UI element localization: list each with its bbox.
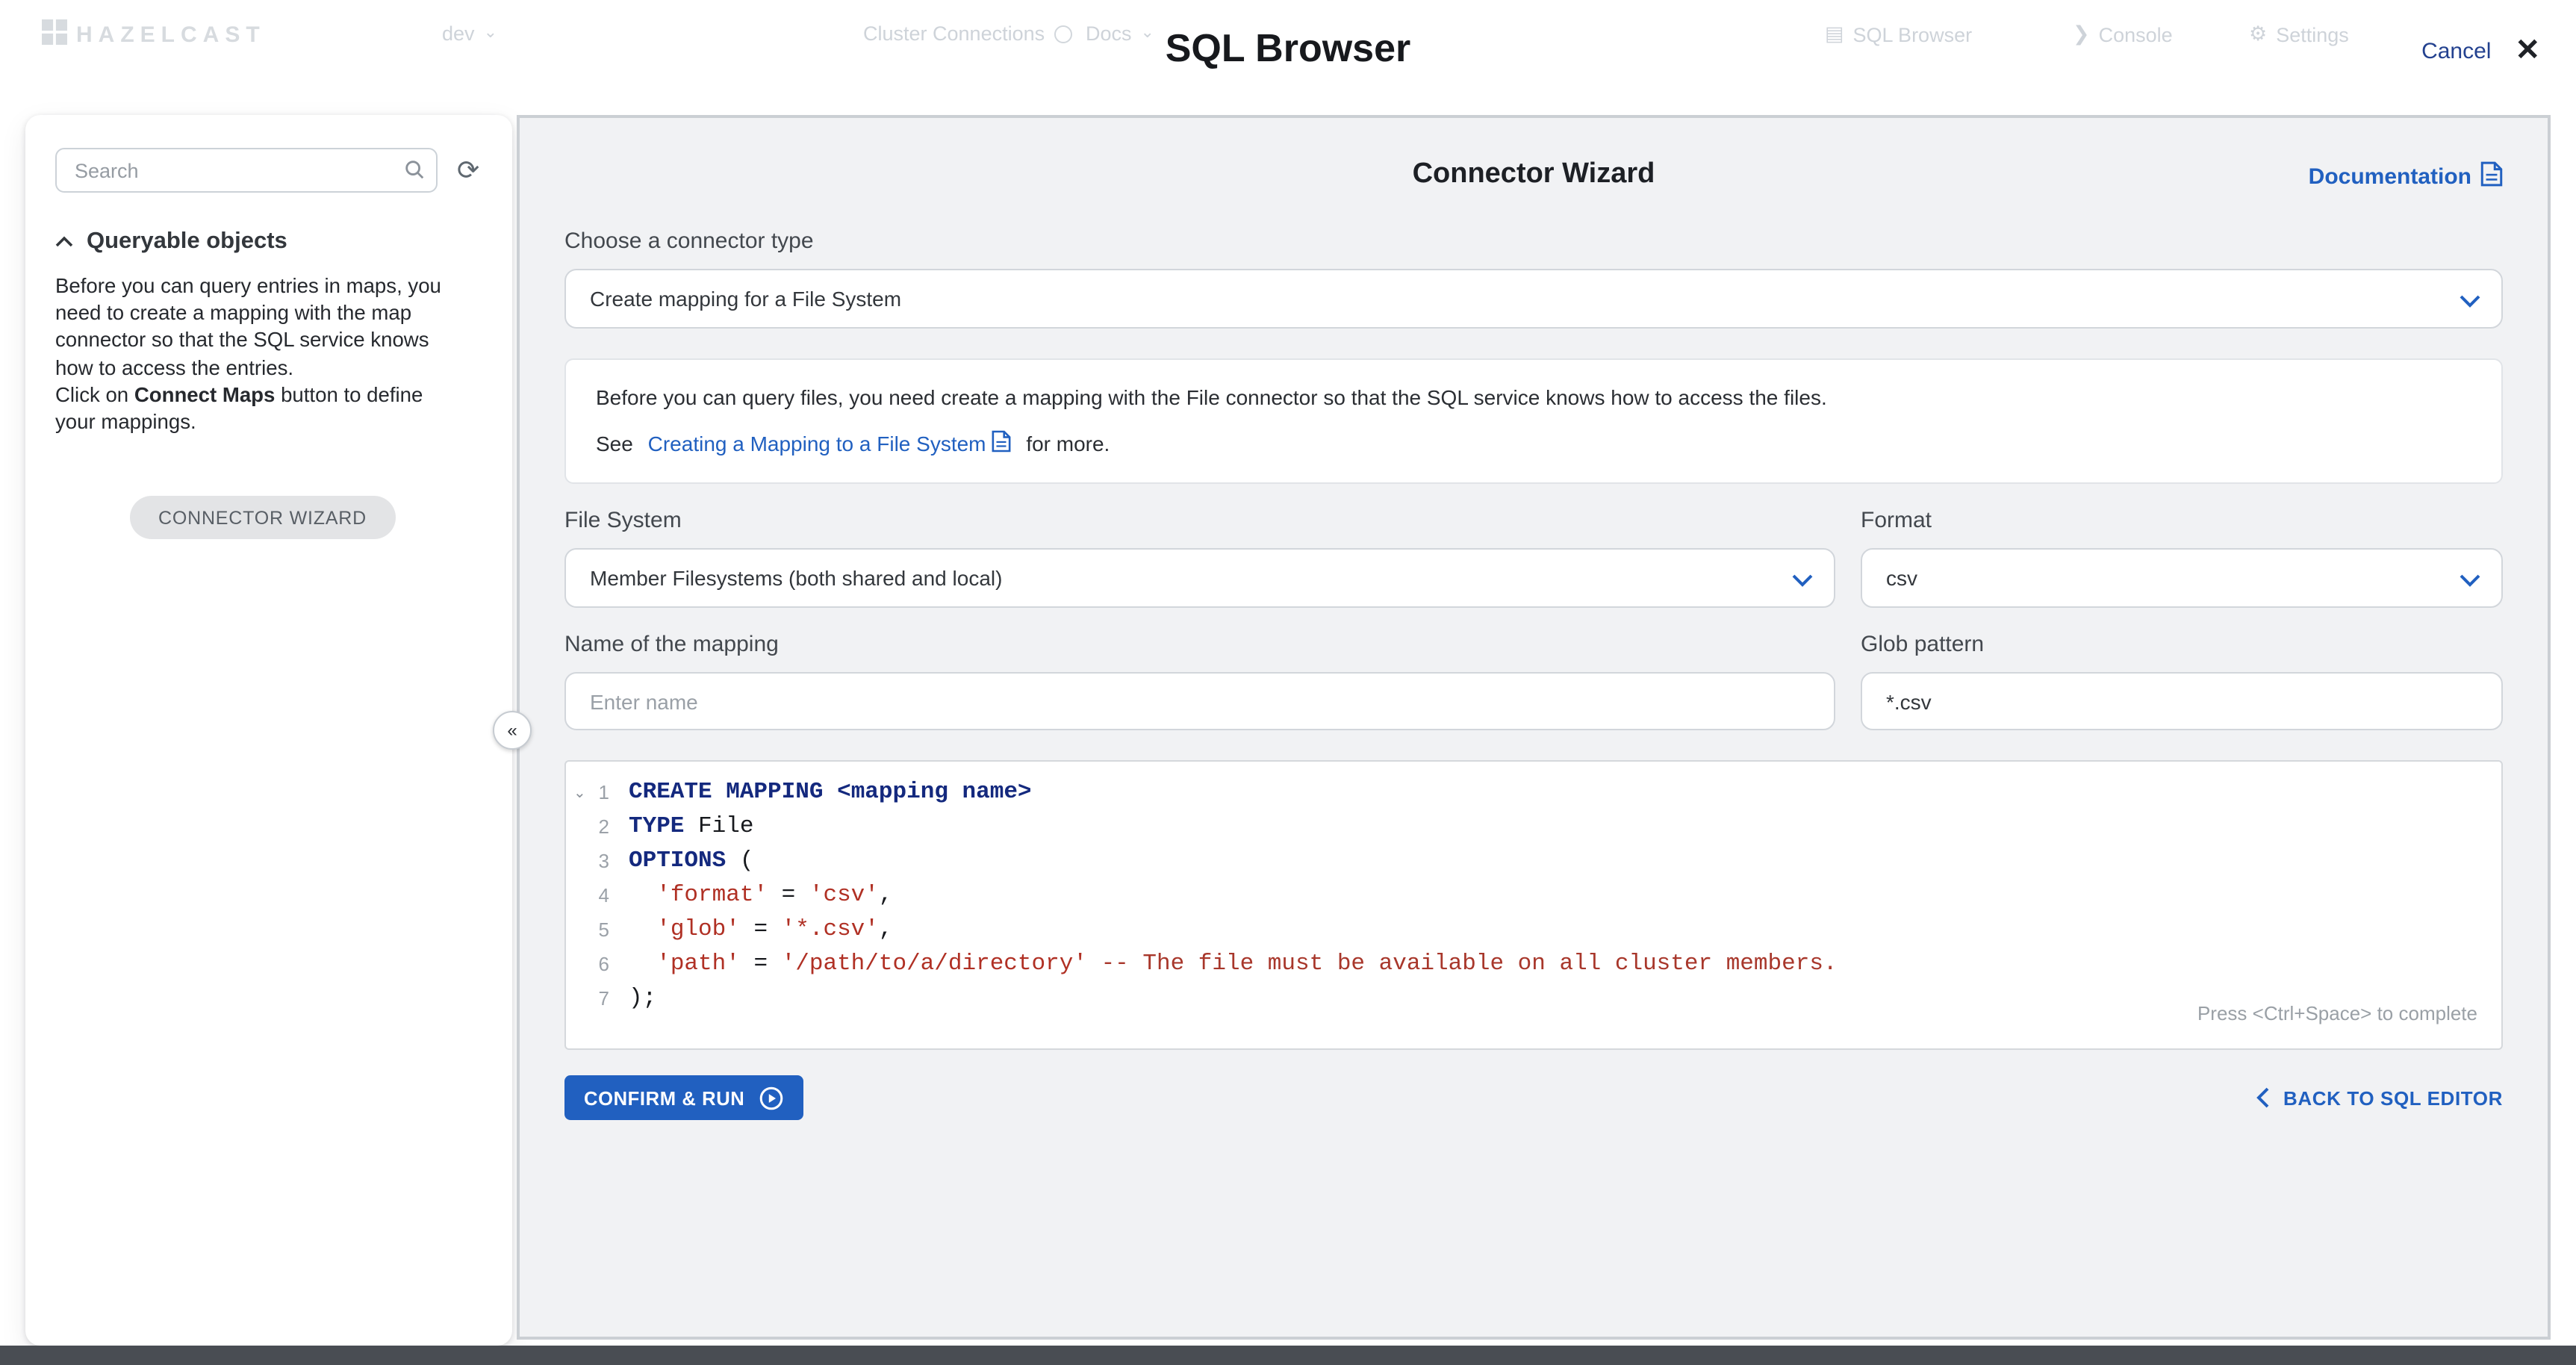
- mapping-docs-link[interactable]: Creating a Mapping to a File System: [648, 430, 1012, 457]
- sql-browser-modal: HAZELCAST dev ⌄ Cluster Connections Docs…: [0, 0, 2576, 1365]
- glob-pattern-label: Glob pattern: [1861, 632, 2503, 657]
- wizard-actions: CONFIRM & RUN BACK TO SQL EDITOR: [564, 1075, 2503, 1120]
- format-value: csv: [1886, 566, 1917, 590]
- play-circle-icon: [758, 1085, 783, 1110]
- search-box: [55, 148, 438, 193]
- page-title: SQL Browser: [0, 25, 2576, 72]
- code-line: 6 'path' = '/path/to/a/directory' -- The…: [566, 947, 2501, 981]
- wizard-title: Connector Wizard: [564, 154, 2503, 191]
- code-line: ⌄1CREATE MAPPING <mapping name>: [566, 775, 2501, 809]
- queryable-objects-sidebar: ⟳ Queryable objects Before you can query…: [25, 115, 512, 1346]
- selects-label-row: File System Format: [564, 484, 2503, 533]
- back-to-sql-editor-link[interactable]: BACK TO SQL EDITOR: [2256, 1086, 2503, 1109]
- search-input[interactable]: [55, 148, 438, 193]
- sql-editor-lines: ⌄1CREATE MAPPING <mapping name>2TYPE Fil…: [566, 775, 2501, 1016]
- code-line: 3OPTIONS (: [566, 844, 2501, 878]
- search-icon[interactable]: [403, 158, 426, 181]
- line-number: 4: [566, 878, 629, 912]
- inputs-row: [564, 672, 2503, 730]
- queryable-objects-header[interactable]: Queryable objects: [55, 228, 482, 255]
- background-status-bar: [0, 1346, 2576, 1365]
- info-line-2: See Creating a Mapping to a File System …: [596, 430, 2471, 457]
- line-number: 5: [566, 912, 629, 947]
- connector-wizard-panel: Connector Wizard Documentation Choose a …: [517, 115, 2551, 1340]
- refresh-icon[interactable]: ⟳: [457, 157, 479, 184]
- connector-wizard-button[interactable]: CONNECTOR WIZARD: [130, 496, 395, 539]
- chevron-down-icon: [2460, 294, 2480, 308]
- chevron-down-icon: [2460, 573, 2480, 587]
- code-text: );: [629, 981, 656, 1016]
- code-text: CREATE MAPPING <mapping name>: [629, 775, 1032, 809]
- sidebar-search-row: ⟳: [55, 148, 482, 193]
- collapse-left-icon: «: [507, 720, 517, 741]
- code-text: 'path' = '/path/to/a/directory' -- The f…: [629, 947, 1838, 981]
- line-number: 2: [566, 809, 629, 844]
- format-select[interactable]: csv: [1861, 548, 2503, 608]
- code-text: TYPE File: [629, 809, 753, 844]
- file-system-label: File System: [564, 508, 1835, 533]
- sidebar-description-1: Before you can query entries in maps, yo…: [55, 273, 467, 382]
- autocomplete-hint: Press <Ctrl+Space> to complete: [2197, 1002, 2477, 1024]
- sidebar-description-2: Click on Connect Maps button to define y…: [55, 382, 467, 437]
- document-icon: [992, 430, 1012, 457]
- chevron-up-icon: [55, 228, 73, 255]
- line-number: 6: [566, 947, 629, 981]
- glob-pattern-input[interactable]: [1861, 672, 2503, 730]
- sql-editor[interactable]: ⌄1CREATE MAPPING <mapping name>2TYPE Fil…: [564, 760, 2503, 1050]
- chevron-down-icon: [1792, 573, 1813, 587]
- file-connector-info-box: Before you can query files, you need cre…: [564, 358, 2503, 484]
- fold-chevron-icon[interactable]: ⌄: [573, 777, 586, 811]
- confirm-and-run-button[interactable]: CONFIRM & RUN: [564, 1075, 803, 1120]
- code-line: 4 'format' = 'csv',: [566, 878, 2501, 912]
- file-system-value: Member Filesystems (both shared and loca…: [590, 566, 1002, 590]
- wizard-header: Connector Wizard Documentation: [564, 154, 2503, 205]
- document-icon: [2480, 161, 2503, 193]
- code-text: OPTIONS (: [629, 844, 753, 878]
- code-text: 'format' = 'csv',: [629, 878, 893, 912]
- line-number: ⌄1: [566, 775, 629, 809]
- line-number: 3: [566, 844, 629, 878]
- connect-maps-emphasis: Connect Maps: [134, 384, 276, 406]
- sidebar-collapse-button[interactable]: «: [493, 711, 532, 750]
- format-label: Format: [1861, 508, 2503, 533]
- code-line: 2TYPE File: [566, 809, 2501, 844]
- cancel-button[interactable]: Cancel: [2421, 38, 2491, 63]
- section-title: Queryable objects: [87, 228, 287, 255]
- info-line-1: Before you can query files, you need cre…: [596, 385, 2471, 409]
- mapping-name-label: Name of the mapping: [564, 632, 1835, 657]
- code-line: 5 'glob' = '*.csv',: [566, 912, 2501, 947]
- inputs-label-row: Name of the mapping Glob pattern: [564, 608, 2503, 657]
- line-number: 7: [566, 981, 629, 1016]
- connector-type-label: Choose a connector type: [564, 228, 2503, 254]
- glob-pattern-field-wrap: [1861, 672, 2503, 730]
- connector-type-select[interactable]: Create mapping for a File System: [564, 269, 2503, 329]
- chevron-left-icon: [2256, 1087, 2270, 1108]
- mapping-name-field-wrap: [564, 672, 1835, 730]
- close-icon[interactable]: ✕: [2515, 36, 2540, 66]
- connector-type-value: Create mapping for a File System: [590, 287, 901, 311]
- cancel-group: Cancel ✕: [2421, 36, 2540, 66]
- documentation-link[interactable]: Documentation: [2309, 161, 2503, 193]
- code-text: 'glob' = '*.csv',: [629, 912, 893, 947]
- mapping-name-input[interactable]: [564, 672, 1835, 730]
- selects-row: Member Filesystems (both shared and loca…: [564, 548, 2503, 608]
- file-system-select[interactable]: Member Filesystems (both shared and loca…: [564, 548, 1835, 608]
